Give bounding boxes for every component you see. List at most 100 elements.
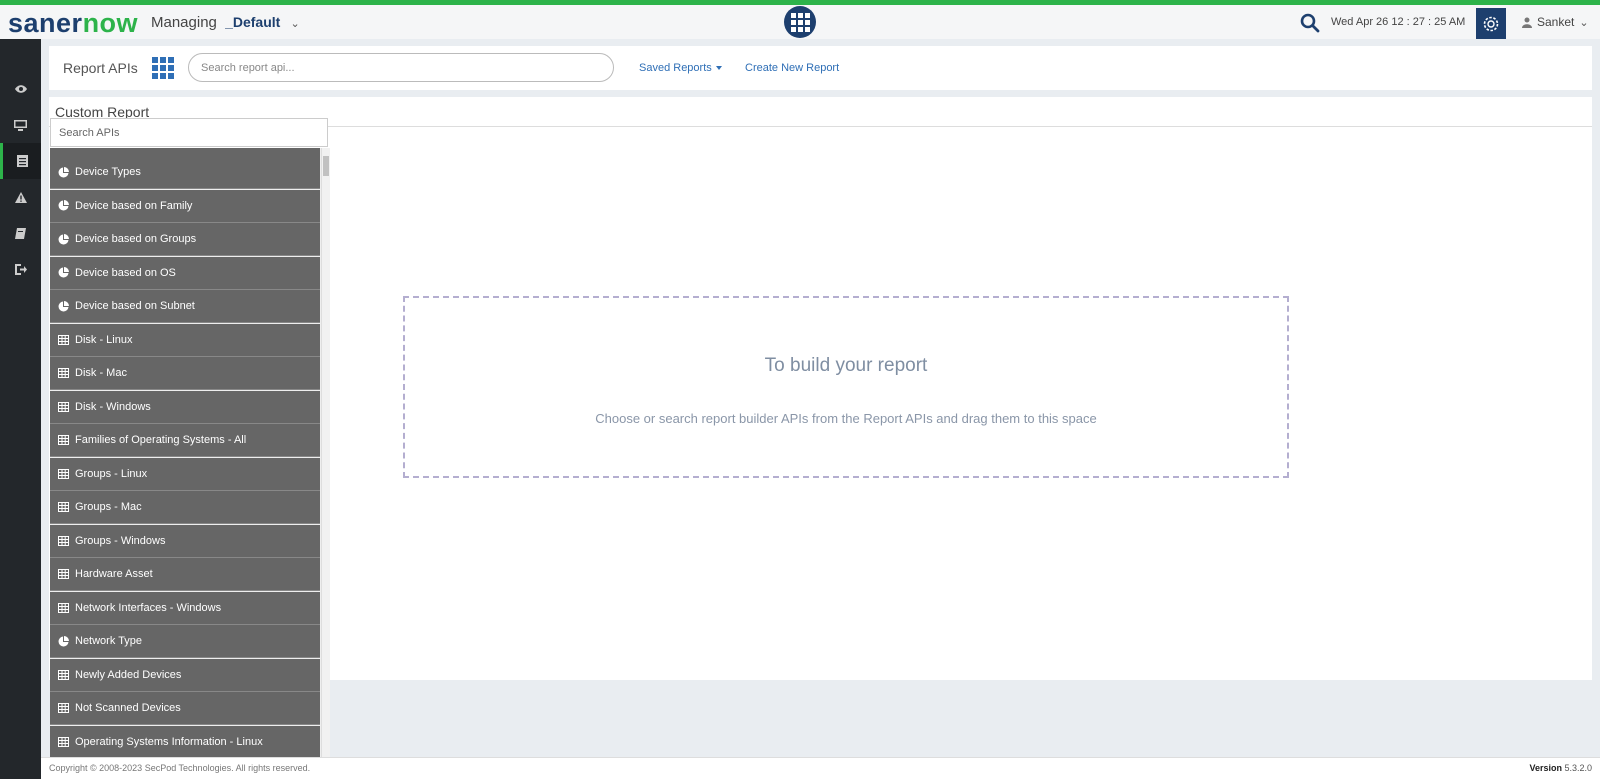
search-apis-input[interactable]: [50, 118, 328, 147]
api-list-item[interactable]: Network Interfaces - Windows: [50, 591, 320, 625]
table-icon: [58, 569, 69, 579]
user-icon: [1522, 17, 1532, 28]
api-list-item[interactable]: Families of Operating Systems - All: [50, 424, 320, 457]
top-bar: sanernow Managing _Default ⌄ Wed Apr 26 …: [0, 0, 1600, 39]
table-icon: [58, 401, 69, 412]
api-list-item[interactable]: Disk - Windows: [50, 390, 320, 424]
api-list: Device Types Device based on Family Device…: [50, 148, 330, 779]
chevron-down-icon: ⌄: [290, 18, 300, 30]
grid-icon[interactable]: [152, 57, 174, 79]
sanernow-logo[interactable]: sanernow: [8, 8, 138, 39]
report-api-search-input[interactable]: [188, 53, 614, 82]
app-launcher-button[interactable]: [784, 6, 816, 38]
pie-icon: [58, 635, 69, 647]
caret-down-icon: [715, 66, 722, 71]
api-list-item-label: Groups - Windows: [75, 534, 166, 547]
api-list-item-label: Device Types: [75, 166, 141, 178]
create-new-report-link[interactable]: Create New Report: [745, 62, 839, 74]
api-list-item[interactable]: Device based on Groups: [50, 223, 320, 256]
api-list-item[interactable]: Groups - Windows: [50, 524, 320, 558]
pie-icon: [58, 267, 69, 278]
table-icon: [58, 468, 69, 479]
nav-logout[interactable]: [0, 251, 41, 287]
api-list-item[interactable]: Operating Systems Information - Linux: [50, 725, 320, 759]
version-text: Version 5.3.2.0: [1529, 763, 1592, 773]
api-list-item-label: Disk - Mac: [75, 367, 127, 379]
grid-icon: [790, 12, 810, 32]
user-name: Sanket: [1537, 15, 1575, 29]
table-icon: [58, 736, 69, 747]
api-list-item-label: Device based on OS: [75, 266, 176, 279]
api-list-item[interactable]: Newly Added Devices: [50, 658, 320, 692]
dropzone-heading: To build your report: [764, 355, 928, 376]
footer: Copyright © 2008-2023 SecPod Technologie…: [41, 757, 1600, 779]
api-list-item-label: Network Interfaces - Windows: [75, 601, 222, 614]
api-list-item-label: Device based on Subnet: [75, 300, 195, 312]
dropzone-instructions: Choose or search report builder APIs fro…: [595, 411, 1097, 426]
api-list-item-label: Network Type: [75, 635, 143, 647]
eye-icon: [14, 85, 27, 93]
api-list-item[interactable]: Groups - Mac: [50, 491, 320, 524]
logout-icon: [14, 263, 27, 275]
saved-reports-dropdown[interactable]: Saved Reports: [639, 62, 722, 74]
api-list-item-label: Groups - Mac: [75, 501, 142, 513]
api-list-item[interactable]: Disk - Linux: [50, 323, 320, 357]
nav-reports[interactable]: [0, 143, 41, 179]
api-list-item-label: Hardware Asset: [75, 568, 153, 580]
api-list-item-label: Not Scanned Devices: [75, 702, 181, 714]
api-list-item-label: Families of Operating Systems - All: [75, 434, 247, 446]
pie-icon: [58, 233, 69, 245]
api-list-item[interactable]: Device Types: [50, 156, 320, 189]
api-list-item[interactable]: Not Scanned Devices: [50, 692, 320, 725]
managing-label: Managing: [151, 14, 217, 31]
report-icon: [16, 155, 28, 167]
table-icon: [58, 334, 69, 345]
nav-alerts[interactable]: [0, 179, 41, 215]
api-list-item[interactable]: Hardware Asset: [50, 558, 320, 591]
table-icon: [58, 669, 69, 680]
settings-button[interactable]: [1476, 8, 1506, 39]
api-list-item[interactable]: Network Type: [50, 625, 320, 658]
table-icon: [58, 502, 69, 512]
gear-icon: [1483, 16, 1499, 31]
table-icon: [58, 703, 69, 713]
copyright-text: Copyright © 2008-2023 SecPod Technologie…: [49, 763, 311, 773]
alert-icon: [14, 191, 27, 203]
scrollbar-thumb[interactable]: [323, 156, 329, 176]
nav-visibility[interactable]: [0, 71, 41, 107]
api-list-item-label: Disk - Windows: [75, 400, 151, 413]
api-list-item[interactable]: Device based on Family: [50, 189, 320, 223]
book-icon: [15, 227, 26, 239]
api-list-item-label: Operating Systems Information - Linux: [75, 735, 263, 748]
report-apis-title: Report APIs: [63, 60, 138, 76]
api-list-item-label: Newly Added Devices: [75, 668, 182, 681]
scrollbar[interactable]: [321, 148, 330, 779]
report-api-bar: Report APIs Saved Reports Create New Rep…: [49, 46, 1592, 90]
nav-devices[interactable]: [0, 107, 41, 143]
pie-icon: [58, 300, 69, 312]
table-icon: [58, 602, 69, 613]
api-list-item-label: Device based on Family: [75, 199, 193, 212]
pie-icon: [58, 200, 69, 211]
api-list-item-label: Disk - Linux: [75, 333, 133, 346]
datetime-display: Wed Apr 26 12 : 27 : 25 AM: [1331, 16, 1466, 28]
api-list-item[interactable]: Device based on Subnet: [50, 290, 320, 323]
api-list-item[interactable]: Disk - Mac: [50, 357, 320, 390]
api-list-item[interactable]: Device based on OS: [50, 256, 320, 290]
user-menu[interactable]: Sanket ⌄: [1522, 15, 1589, 29]
table-icon: [58, 535, 69, 546]
monitor-icon: [14, 119, 27, 131]
api-list-item[interactable]: Groups - Linux: [50, 457, 320, 491]
chevron-down-icon: ⌄: [1579, 16, 1589, 29]
side-nav: [0, 39, 41, 779]
pie-icon: [58, 166, 69, 178]
table-icon: [58, 368, 69, 378]
account-selector[interactable]: Managing _Default ⌄: [151, 14, 300, 31]
table-icon: [58, 435, 69, 445]
api-list-item-label: Groups - Linux: [75, 467, 148, 480]
api-list-item-label: Device based on Groups: [75, 233, 197, 245]
account-name: _Default: [225, 14, 281, 30]
search-icon[interactable]: [1300, 13, 1320, 33]
report-drop-zone[interactable]: To build your report Choose or search re…: [403, 296, 1289, 478]
nav-docs[interactable]: [0, 215, 41, 251]
